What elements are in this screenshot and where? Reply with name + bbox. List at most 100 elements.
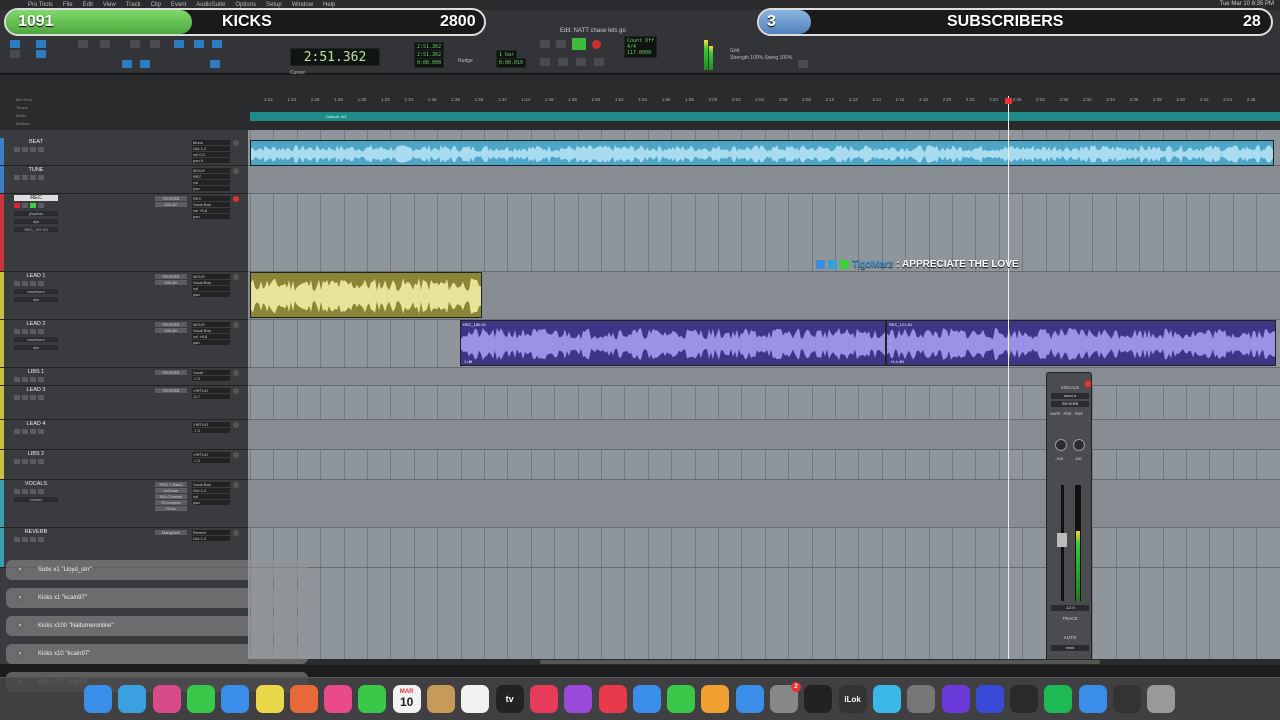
scrubber-tool-icon[interactable]	[212, 40, 222, 48]
numbers-icon[interactable]	[667, 685, 696, 713]
io-selector[interactable]: vol 0.0	[192, 152, 230, 157]
input-monitor-button[interactable]	[22, 203, 28, 208]
notes-icon[interactable]	[255, 685, 284, 713]
track-name[interactable]: REVERB	[14, 529, 58, 535]
zoom-tool-icon[interactable]	[78, 40, 88, 48]
track-view-selector[interactable]: dyn	[14, 219, 58, 224]
fmp-button[interactable]: FMP	[1075, 411, 1083, 416]
keynote-icon[interactable]	[632, 685, 661, 713]
send-slot[interactable]: DELAY	[155, 280, 187, 285]
browser-icon[interactable]	[1078, 685, 1107, 713]
pan-left-knob[interactable]	[1055, 439, 1067, 451]
send-slot[interactable]: DELAY	[155, 202, 187, 207]
record-enable-button[interactable]	[14, 395, 20, 400]
record-enable-button[interactable]	[14, 281, 20, 286]
audio-clip[interactable]: REC_180-01 1 dB	[460, 320, 886, 366]
close-icon[interactable]: ×	[16, 594, 24, 602]
io-selector[interactable]: pan	[192, 292, 230, 297]
close-icon[interactable]: ×	[16, 650, 24, 658]
track-name[interactable]: LEAD 3	[14, 387, 58, 393]
io-selector[interactable]: Vocal Bus	[192, 202, 230, 207]
track-record-icon[interactable]	[233, 452, 239, 458]
record-enable-button[interactable]	[14, 459, 20, 464]
play-button[interactable]	[572, 38, 586, 50]
track-lane[interactable]	[248, 480, 1280, 528]
io-selector[interactable]: -7.3	[192, 428, 230, 433]
pan-right-knob[interactable]	[1073, 439, 1085, 451]
link-edit-button[interactable]	[122, 60, 132, 68]
solo-button[interactable]	[30, 203, 36, 208]
solo-button[interactable]	[30, 459, 36, 464]
solo-button[interactable]	[30, 395, 36, 400]
mute-button[interactable]	[38, 175, 44, 180]
audio-clip[interactable]	[250, 140, 1274, 166]
track-header-rec[interactable]: REC playlists dyn REC_187-03 REVERB DELAY REC V…	[0, 194, 248, 272]
mute-button[interactable]	[38, 537, 44, 542]
input-monitor-button[interactable]	[22, 537, 28, 542]
track-lane[interactable]	[248, 386, 1280, 420]
grid-mode-button[interactable]	[36, 40, 46, 48]
track-record-icon[interactable]	[233, 482, 239, 488]
mute-button[interactable]	[38, 147, 44, 152]
track-view-selector[interactable]: dyn	[14, 297, 58, 302]
audio-clip[interactable]	[250, 272, 482, 318]
input-monitor-button[interactable]	[22, 175, 28, 180]
system-settings-icon[interactable]: 2	[770, 682, 801, 713]
record-enable-button[interactable]	[14, 175, 20, 180]
track-name[interactable]: LEAD 1	[14, 273, 58, 279]
link-tracks-button[interactable]	[140, 60, 150, 68]
mute-button[interactable]	[38, 203, 44, 208]
horizontal-scrollbar[interactable]	[248, 659, 1280, 665]
photos-icon[interactable]	[289, 685, 318, 713]
track-name[interactable]: REC	[14, 195, 58, 201]
io-selector[interactable]: Vocal Bus	[192, 328, 230, 333]
record-button[interactable]	[592, 40, 601, 49]
io-selector[interactable]: -6.7	[192, 394, 230, 399]
io-selector[interactable]: REC	[192, 174, 230, 179]
input-monitor-button[interactable]	[22, 429, 28, 434]
io-selector[interactable]: Vocal Bus	[192, 280, 230, 285]
record-enable-button[interactable]	[14, 329, 20, 334]
tempo-ruler[interactable]: Default: 4/4	[250, 112, 1280, 121]
ilok-icon[interactable]: iLok	[838, 685, 867, 713]
podcasts-icon[interactable]	[564, 685, 593, 713]
shuffle-mode-button[interactable]	[10, 40, 20, 48]
back-button[interactable]	[558, 58, 568, 66]
track-lane[interactable]	[248, 166, 1280, 194]
avid-icon[interactable]	[941, 685, 970, 713]
io-selector[interactable]: pan	[192, 214, 230, 219]
io-selector[interactable]: vol	[192, 180, 230, 185]
grabber-tool-icon[interactable]	[150, 40, 160, 48]
track-view-selector[interactable]: waveform	[14, 289, 58, 294]
timeline-ruler[interactable]: 1:22 1:24 1:26 1:28 1:30 1:32 1:34 1:36 1:38 1:40…	[250, 96, 1280, 106]
safari-icon[interactable]	[118, 685, 147, 713]
track-header-lead-2[interactable]: LEAD 2 waveform dyn REVERB DELAY MOLH Vocal Bu…	[0, 320, 248, 368]
pre-button[interactable]: PRE	[1063, 411, 1071, 416]
send-slot[interactable]: SSLChannel	[155, 494, 187, 499]
track-header-beat[interactable]: BEAT Mono Out 1-2 vol 0.0 pan 0	[0, 138, 248, 166]
track-record-icon[interactable]	[233, 530, 239, 536]
track-lane[interactable]	[248, 194, 1280, 272]
send-slot[interactable]: REVERB	[155, 322, 187, 327]
gear-icon[interactable]	[798, 60, 808, 68]
fast-forward-button[interactable]	[594, 58, 604, 66]
automation-mode[interactable]: read	[1051, 645, 1089, 651]
io-selector[interactable]: vol	[192, 494, 230, 499]
music-icon[interactable]	[529, 685, 558, 713]
ruler-markers[interactable]: Markers	[16, 120, 248, 128]
record-enable-button[interactable]	[14, 537, 20, 542]
stop-button[interactable]	[556, 40, 566, 48]
input-monitor-button[interactable]	[22, 395, 28, 400]
obs-icon[interactable]	[1113, 685, 1141, 713]
track-header-tune[interactable]: TUNE MOLH REC vol pan	[0, 166, 248, 194]
pencil-tool-icon[interactable]	[194, 40, 204, 48]
io-selector[interactable]: VIRTUO	[192, 452, 230, 457]
track-view-selector[interactable]: playlists	[14, 211, 58, 216]
track-header-vocals[interactable]: VOCALS volume PRO-T-Band DeEsser SSLChannel R…	[0, 480, 248, 528]
track-record-icon[interactable]	[233, 140, 239, 146]
track-header-libs-2[interactable]: LIBS 2 VIRTUO -7.3	[0, 450, 248, 480]
track-view-selector[interactable]: REC_187-03	[14, 227, 58, 232]
send-slot[interactable]: DeEsser	[155, 488, 187, 493]
io-selector[interactable]: Mono	[192, 140, 230, 145]
input-monitor-button[interactable]	[22, 377, 28, 382]
